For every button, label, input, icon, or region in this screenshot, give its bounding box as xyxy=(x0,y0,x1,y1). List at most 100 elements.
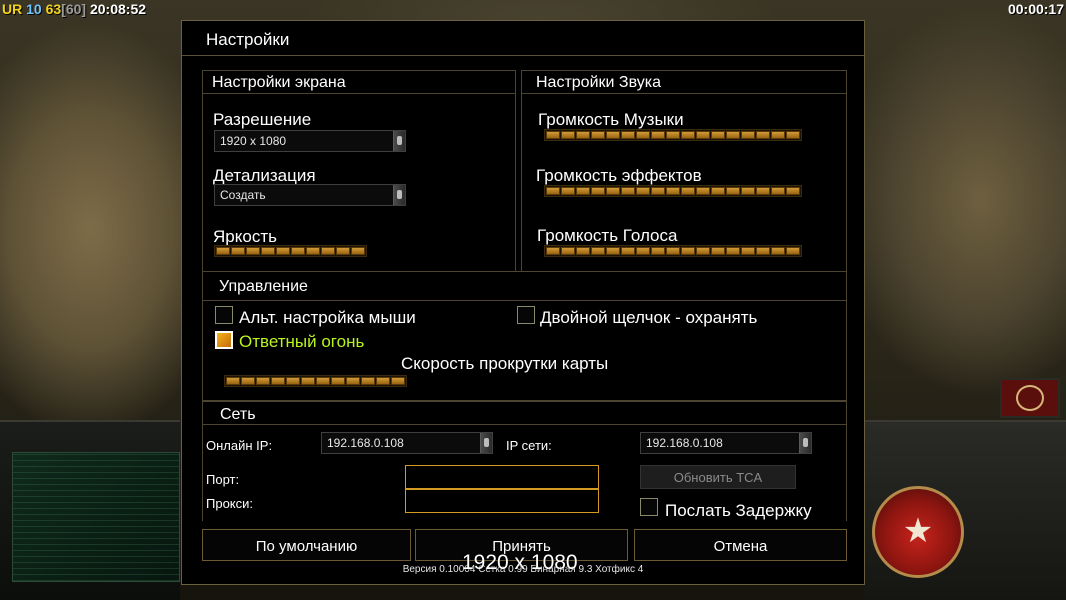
lan-ip-select[interactable]: 192.168.0.108 xyxy=(640,432,812,454)
slider-segment xyxy=(306,247,320,255)
slider-segment xyxy=(756,131,770,139)
slider-segment xyxy=(771,187,785,195)
slider-segment xyxy=(666,131,680,139)
slider-segment xyxy=(786,247,800,255)
slider-segment xyxy=(786,131,800,139)
divider xyxy=(203,424,846,425)
alt-mouse-checkbox[interactable] xyxy=(215,306,233,324)
slider-segment xyxy=(771,247,785,255)
slider-segment xyxy=(711,187,725,195)
divider xyxy=(182,55,864,56)
proxy-label: Прокси: xyxy=(206,496,254,511)
sound-settings-panel: Настройки Звука Громкость Музыки Громкос… xyxy=(521,70,847,272)
slider-segment xyxy=(681,247,695,255)
slider-segment xyxy=(591,247,605,255)
slider-segment xyxy=(361,377,375,385)
slider-segment xyxy=(576,131,590,139)
slider-segment xyxy=(606,131,620,139)
slider-segment xyxy=(696,187,710,195)
slider-segment xyxy=(606,247,620,255)
slider-segment xyxy=(316,377,330,385)
faction-emblem: ★ xyxy=(872,486,964,578)
slider-segment xyxy=(636,187,650,195)
slider-segment xyxy=(591,187,605,195)
return-fire-checkbox[interactable] xyxy=(215,331,233,349)
game-timer: 00:00:17 xyxy=(1007,1,1064,17)
slider-segment xyxy=(346,377,360,385)
slider-segment xyxy=(546,131,560,139)
slider-segment xyxy=(351,247,365,255)
double-click-checkbox[interactable] xyxy=(517,306,535,324)
crosshair-icon xyxy=(1016,385,1044,411)
slider-segment xyxy=(216,247,230,255)
slider-segment xyxy=(576,247,590,255)
proxy-input[interactable] xyxy=(405,489,599,513)
double-click-label: Двойной щелчок - охранять xyxy=(540,308,758,327)
status-ur: UR xyxy=(2,1,23,17)
slider-segment xyxy=(741,247,755,255)
slider-segment xyxy=(726,131,740,139)
slider-segment xyxy=(681,187,695,195)
resolution-select[interactable]: 1920 x 1080 xyxy=(214,130,406,152)
status-clock: 20:08:52 xyxy=(89,1,147,17)
slider-segment xyxy=(391,377,405,385)
port-input[interactable] xyxy=(405,465,599,489)
voice-volume-slider[interactable] xyxy=(544,245,802,257)
panel-title: Настройки Звука xyxy=(536,74,661,91)
panel-title: Управление xyxy=(219,278,308,295)
brightness-label: Яркость xyxy=(213,227,277,246)
chevron-down-icon[interactable] xyxy=(480,433,492,453)
chevron-down-icon[interactable] xyxy=(393,185,405,205)
brightness-slider[interactable] xyxy=(214,245,367,257)
slider-segment xyxy=(561,131,575,139)
chevron-down-icon[interactable] xyxy=(799,433,811,453)
detail-select[interactable]: Создать xyxy=(214,184,406,206)
slider-segment xyxy=(591,131,605,139)
slider-segment xyxy=(336,247,350,255)
scroll-speed-label: Скорость прокрутки карты xyxy=(401,354,609,373)
slider-segment xyxy=(621,131,635,139)
slider-segment xyxy=(546,187,560,195)
default-button[interactable]: По умолчанию xyxy=(202,529,411,561)
slider-segment xyxy=(321,247,335,255)
online-ip-select[interactable]: 192.168.0.108 xyxy=(321,432,493,454)
divider xyxy=(203,93,515,94)
slider-segment xyxy=(621,247,635,255)
minimap[interactable] xyxy=(12,452,180,582)
music-volume-slider[interactable] xyxy=(544,129,802,141)
slider-segment xyxy=(771,131,785,139)
radar-button[interactable] xyxy=(1000,378,1060,418)
voice-volume-label: Громкость Голоса xyxy=(537,226,678,245)
slider-segment xyxy=(261,247,275,255)
scroll-speed-slider[interactable] xyxy=(224,375,407,387)
star-icon: ★ xyxy=(902,511,934,551)
chevron-down-icon[interactable] xyxy=(393,131,405,151)
slider-segment xyxy=(666,187,680,195)
slider-segment xyxy=(241,377,255,385)
resolution-label: Разрешение xyxy=(213,110,312,129)
status-bar: UR 10 63[60] 20:08:52 xyxy=(2,1,146,17)
dialog-title: Настройки xyxy=(206,30,290,49)
send-delay-checkbox[interactable] xyxy=(640,498,658,516)
display-settings-panel: Настройки экрана Разрешение 1920 x 1080 … xyxy=(202,70,516,272)
resolution-value: 1920 x 1080 xyxy=(220,134,287,148)
detail-value: Создать xyxy=(220,188,266,202)
slider-segment xyxy=(741,131,755,139)
effects-volume-slider[interactable] xyxy=(544,185,802,197)
online-ip-label: Онлайн IP: xyxy=(206,438,273,453)
resolution-overlay: 1920 x 1080 xyxy=(462,551,578,574)
slider-segment xyxy=(271,377,285,385)
divider xyxy=(522,93,846,94)
status-value-2: 63 xyxy=(45,1,62,17)
cancel-button[interactable]: Отмена xyxy=(634,529,847,561)
slider-segment xyxy=(286,377,300,385)
network-panel: Сеть Онлайн IP: 192.168.0.108 IP сети: 1… xyxy=(202,401,847,521)
slider-segment xyxy=(786,187,800,195)
slider-segment xyxy=(636,131,650,139)
slider-segment xyxy=(291,247,305,255)
slider-segment xyxy=(561,247,575,255)
slider-segment xyxy=(741,187,755,195)
send-delay-label: Послать Задержку xyxy=(665,501,812,520)
slider-segment xyxy=(546,247,560,255)
update-tca-button[interactable]: Обновить TCA xyxy=(640,465,796,489)
